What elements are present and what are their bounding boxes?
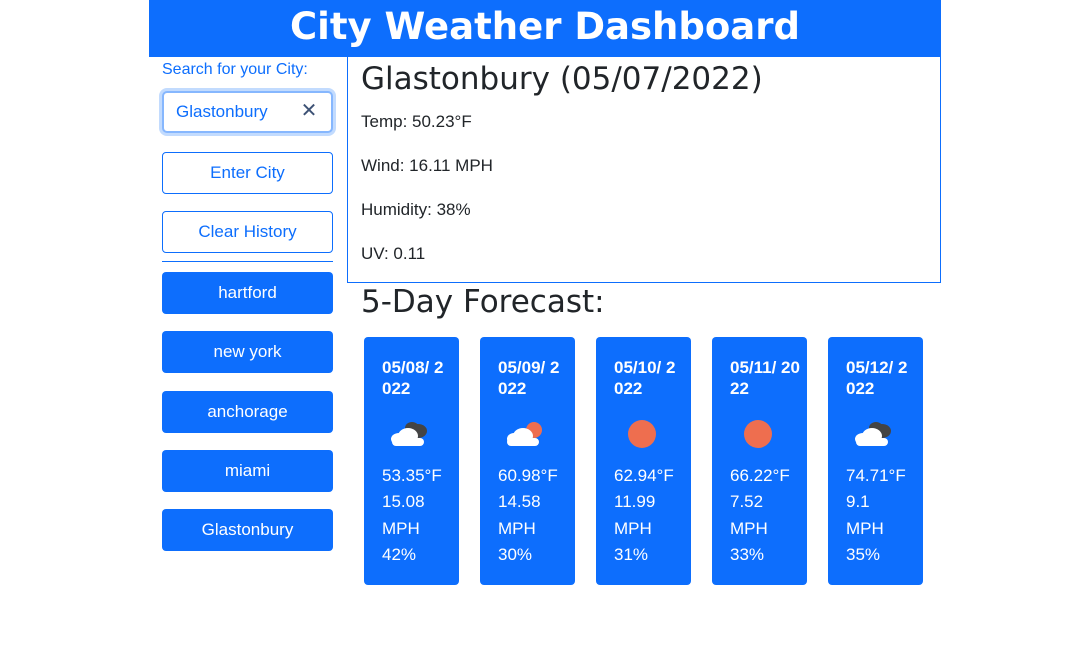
forecast-wind-value: 7.52 bbox=[730, 492, 764, 511]
current-humidity: Humidity: 38% bbox=[361, 200, 471, 219]
forecast-temp: 53.35°F bbox=[382, 466, 442, 485]
forecast-card: 05/08/ 2022 53.35°F 15.08 MPH 42% bbox=[364, 337, 459, 585]
history-item-button[interactable]: anchorage bbox=[162, 391, 333, 433]
history-item-button[interactable]: Glastonbury bbox=[162, 509, 333, 551]
forecast-wind-value: 11.99 bbox=[614, 492, 656, 511]
enter-city-button[interactable]: Enter City bbox=[162, 152, 333, 194]
clear-history-button[interactable]: Clear History bbox=[162, 211, 333, 253]
current-city-title: Glastonbury (05/07/2022) bbox=[361, 61, 763, 97]
forecast-humidity: 42% bbox=[382, 545, 417, 564]
forecast-title: 5-Day Forecast: bbox=[361, 284, 605, 320]
sidebar-divider bbox=[162, 261, 333, 262]
forecast-date: 05/12/ 2022 bbox=[846, 358, 908, 398]
forecast-temp: 60.98°F bbox=[498, 466, 558, 485]
current-uv: UV: 0.11 bbox=[361, 244, 426, 263]
forecast-wind-unit: MPH bbox=[846, 519, 884, 538]
history-item-button[interactable]: miami bbox=[162, 450, 333, 492]
forecast-card: 05/09/ 2022 60.98°F 14.58 MPH 30% bbox=[480, 337, 575, 585]
forecast-wind-value: 14.58 bbox=[498, 492, 541, 511]
forecast-temp: 74.71°F bbox=[846, 466, 906, 485]
forecast-card: 05/12/ 2022 74.71°F 9.1 MPH 35% bbox=[828, 337, 923, 585]
forecast-wind-unit: MPH bbox=[730, 519, 768, 538]
current-wind: Wind: 16.11 MPH bbox=[361, 156, 493, 175]
few-clouds-icon bbox=[507, 422, 542, 446]
clear-input-icon[interactable]: ✕ bbox=[299, 101, 319, 121]
page-title: City Weather Dashboard bbox=[290, 5, 800, 48]
forecast-wind-value: 15.08 bbox=[382, 492, 425, 511]
forecast-humidity: 35% bbox=[846, 545, 881, 564]
forecast-humidity: 31% bbox=[614, 545, 649, 564]
forecast-card: 05/10/ 2022 62.94°F 11.99 MPH 31% bbox=[596, 337, 691, 585]
forecast-date: 05/08/ 2022 bbox=[382, 358, 444, 398]
forecast-date: 05/11/ 2022 bbox=[730, 358, 800, 398]
forecast-humidity: 30% bbox=[498, 545, 533, 564]
search-label: Search for your City: bbox=[162, 61, 308, 78]
forecast-wind-unit: MPH bbox=[614, 519, 652, 538]
forecast-temp: 66.22°F bbox=[730, 466, 790, 485]
current-temp: Temp: 50.23°F bbox=[361, 112, 472, 131]
history-item-button[interactable]: new york bbox=[162, 331, 333, 373]
broken-clouds-icon bbox=[391, 422, 427, 446]
current-weather-panel: Glastonbury (05/07/2022) Temp: 50.23°F W… bbox=[347, 57, 941, 283]
clear-sky-icon bbox=[744, 420, 772, 448]
forecast-date: 05/09/ 2022 bbox=[498, 358, 560, 398]
forecast-humidity: 33% bbox=[730, 545, 765, 564]
page-header: City Weather Dashboard bbox=[149, 0, 941, 57]
forecast-wind-value: 9.1 bbox=[846, 492, 870, 511]
search-field[interactable]: ✕ bbox=[162, 91, 333, 133]
search-input[interactable] bbox=[176, 93, 296, 131]
forecast-date: 05/10/ 2022 bbox=[614, 358, 676, 398]
forecast-wind-unit: MPH bbox=[382, 519, 420, 538]
clear-sky-icon bbox=[628, 420, 656, 448]
forecast-wind-unit: MPH bbox=[498, 519, 536, 538]
forecast-temp: 62.94°F bbox=[614, 466, 674, 485]
forecast-card: 05/11/ 2022 66.22°F 7.52 MPH 33% bbox=[712, 337, 807, 585]
history-item-button[interactable]: hartford bbox=[162, 272, 333, 314]
broken-clouds-icon bbox=[855, 422, 891, 446]
